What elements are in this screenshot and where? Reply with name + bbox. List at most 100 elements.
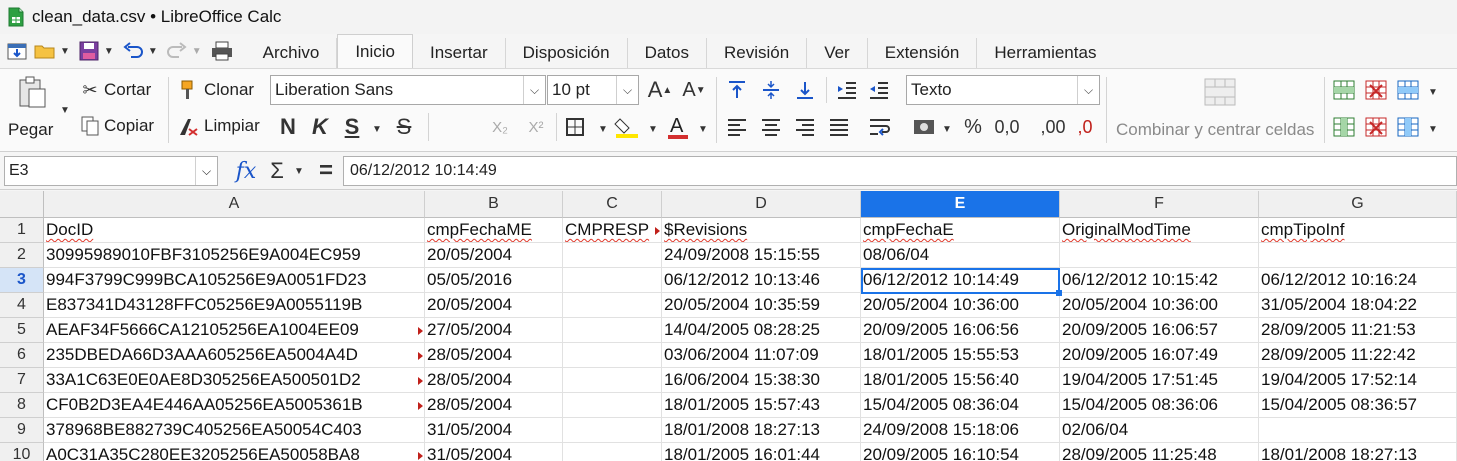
cell-b5[interactable]: 27/05/2004 <box>425 318 563 343</box>
cell-f5[interactable]: 20/09/2005 16:06:57 <box>1060 318 1259 343</box>
row-header-2[interactable]: 2 <box>0 243 44 268</box>
tab-revision[interactable]: Revisión <box>707 38 808 68</box>
column-header-f[interactable]: F <box>1060 191 1259 218</box>
cell-a9[interactable]: 378968BE882739C405256EA50054C403 <box>44 418 425 443</box>
merge-cells-icon[interactable] <box>1200 75 1240 109</box>
align-bottom-icon[interactable] <box>792 77 818 103</box>
chevron-down-icon[interactable]: ▼ <box>598 124 608 135</box>
font-name-combo[interactable]: Liberation Sans ⌵ <box>270 75 546 105</box>
row-header-4[interactable]: 4 <box>0 293 44 318</box>
row-header-3[interactable]: 3 <box>0 268 44 293</box>
chevron-down-icon[interactable]: ⌵ <box>1077 76 1099 104</box>
clone-button[interactable]: Clonar <box>204 79 254 101</box>
cell-a1[interactable]: DocID <box>44 218 425 243</box>
tab-datos[interactable]: Datos <box>628 38 707 68</box>
row-header-8[interactable]: 8 <box>0 393 44 418</box>
column-header-e[interactable]: E <box>861 191 1060 218</box>
align-middle-icon[interactable] <box>758 77 784 103</box>
cell-f4[interactable]: 20/05/2004 10:36:00 <box>1060 293 1259 318</box>
tab-disposicion[interactable]: Disposición <box>506 38 628 68</box>
cell-f1[interactable]: OriginalModTime <box>1060 218 1259 243</box>
function-wizard-icon[interactable]: fx <box>232 156 260 186</box>
font-size-combo[interactable]: 10 pt ⌵ <box>547 75 639 105</box>
sum-icon[interactable]: Σ <box>266 156 288 186</box>
font-color-icon[interactable]: A <box>664 113 692 141</box>
chevron-down-icon[interactable]: ⌵ <box>195 157 217 185</box>
cut-button[interactable]: Cortar <box>104 79 151 101</box>
cell-b6[interactable]: 28/05/2004 <box>425 343 563 368</box>
cell-e7[interactable]: 18/01/2005 15:56:40 <box>861 368 1060 393</box>
cell-d10[interactable]: 18/01/2005 16:01:44 <box>662 443 861 461</box>
cell-e8[interactable]: 15/04/2005 08:36:04 <box>861 393 1060 418</box>
cell-g1[interactable]: cmpTipoInf <box>1259 218 1457 243</box>
chevron-down-icon[interactable]: ▼ <box>148 46 158 57</box>
scissors-icon[interactable]: ✂ <box>78 77 102 103</box>
tab-ver[interactable]: Ver <box>807 38 868 68</box>
chevron-down-icon[interactable]: ▼ <box>372 124 382 135</box>
cell-c7[interactable] <box>563 368 662 393</box>
cell-e6[interactable]: 18/01/2005 15:55:53 <box>861 343 1060 368</box>
cell-e10[interactable]: 20/09/2005 16:10:54 <box>861 443 1060 461</box>
cell-e9[interactable]: 24/09/2008 15:18:06 <box>861 418 1060 443</box>
cell-e3[interactable]: 06/12/2012 10:14:49 <box>861 268 1060 293</box>
cell-b7[interactable]: 28/05/2004 <box>425 368 563 393</box>
grow-font-icon[interactable]: A ▲ <box>648 77 673 103</box>
cell-d4[interactable]: 20/05/2004 10:35:59 <box>662 293 861 318</box>
cell-a10[interactable]: A0C31A35C280EE3205256EA50058BA8 <box>44 443 425 461</box>
redo-icon[interactable] <box>164 37 190 65</box>
cell-g6[interactable]: 28/09/2005 11:22:42 <box>1259 343 1457 368</box>
cell-a8[interactable]: CF0B2D3EA4E446AA05256EA5005361B <box>44 393 425 418</box>
open-folder-icon[interactable] <box>32 37 58 65</box>
superscript-button[interactable]: X² <box>522 113 550 141</box>
insert-columns-icon[interactable] <box>1330 113 1358 141</box>
align-center-icon[interactable] <box>758 113 784 141</box>
cell-g2[interactable] <box>1259 243 1457 268</box>
print-icon[interactable] <box>208 37 236 65</box>
background-color-icon[interactable] <box>612 113 642 141</box>
chevron-down-icon[interactable]: ▼ <box>648 124 658 135</box>
formula-input[interactable]: 06/12/2012 10:14:49 <box>343 156 1457 186</box>
cell-c1[interactable]: CMPRESP <box>563 218 662 243</box>
column-header-a[interactable]: A <box>44 191 425 218</box>
cell-b8[interactable]: 28/05/2004 <box>425 393 563 418</box>
cell-f8[interactable]: 15/04/2005 08:36:06 <box>1060 393 1259 418</box>
cell-a3[interactable]: 994F3799C999BCA105256E9A0051FD23 <box>44 268 425 293</box>
tab-extension[interactable]: Extensión <box>868 38 978 68</box>
cell-g3[interactable]: 06/12/2012 10:16:24 <box>1259 268 1457 293</box>
align-right-icon[interactable] <box>792 113 818 141</box>
fill-handle[interactable] <box>1056 290 1062 296</box>
decrease-indent-icon[interactable] <box>866 77 892 103</box>
row-options-icon[interactable] <box>1394 77 1422 103</box>
chevron-down-icon[interactable]: ▼ <box>104 46 114 57</box>
merge-center-button[interactable]: Combinar y centrar celdas <box>1116 119 1314 141</box>
cell-d3[interactable]: 06/12/2012 10:13:46 <box>662 268 861 293</box>
chevron-down-icon[interactable]: ▼ <box>1428 87 1438 98</box>
row-header-1[interactable]: 1 <box>0 218 44 243</box>
align-top-icon[interactable] <box>724 77 750 103</box>
cell-g9[interactable] <box>1259 418 1457 443</box>
cell-f9[interactable]: 02/06/04 <box>1060 418 1259 443</box>
cell-b9[interactable]: 31/05/2004 <box>425 418 563 443</box>
cell-f6[interactable]: 20/09/2005 16:07:49 <box>1060 343 1259 368</box>
cell-g5[interactable]: 28/09/2005 11:21:53 <box>1259 318 1457 343</box>
column-header-c[interactable]: C <box>563 191 662 218</box>
tab-archivo[interactable]: Archivo <box>246 38 338 68</box>
borders-icon[interactable] <box>562 113 588 141</box>
column-header-b[interactable]: B <box>425 191 563 218</box>
cell-g8[interactable]: 15/04/2005 08:36:57 <box>1259 393 1457 418</box>
cell-g7[interactable]: 19/04/2005 17:52:14 <box>1259 368 1457 393</box>
cell-b3[interactable]: 05/05/2016 <box>425 268 563 293</box>
cell-d8[interactable]: 18/01/2005 15:57:43 <box>662 393 861 418</box>
cell-c4[interactable] <box>563 293 662 318</box>
cell-a5[interactable]: AEAF34F5666CA12105256EA1004EE09 <box>44 318 425 343</box>
cell-c8[interactable] <box>563 393 662 418</box>
chevron-down-icon[interactable]: ▼ <box>698 124 708 135</box>
number-format-combo[interactable]: Texto ⌵ <box>906 75 1100 105</box>
cell-a7[interactable]: 33A1C63E0E0AE8D305256EA500501D2 <box>44 368 425 393</box>
add-decimal-button[interactable]: ,00 <box>1036 113 1070 141</box>
cell-c5[interactable] <box>563 318 662 343</box>
select-all-corner[interactable] <box>0 191 44 218</box>
copy-button[interactable]: Copiar <box>104 115 154 137</box>
shrink-font-icon[interactable]: A ▼ <box>682 77 706 103</box>
wrap-text-icon[interactable] <box>866 113 894 141</box>
